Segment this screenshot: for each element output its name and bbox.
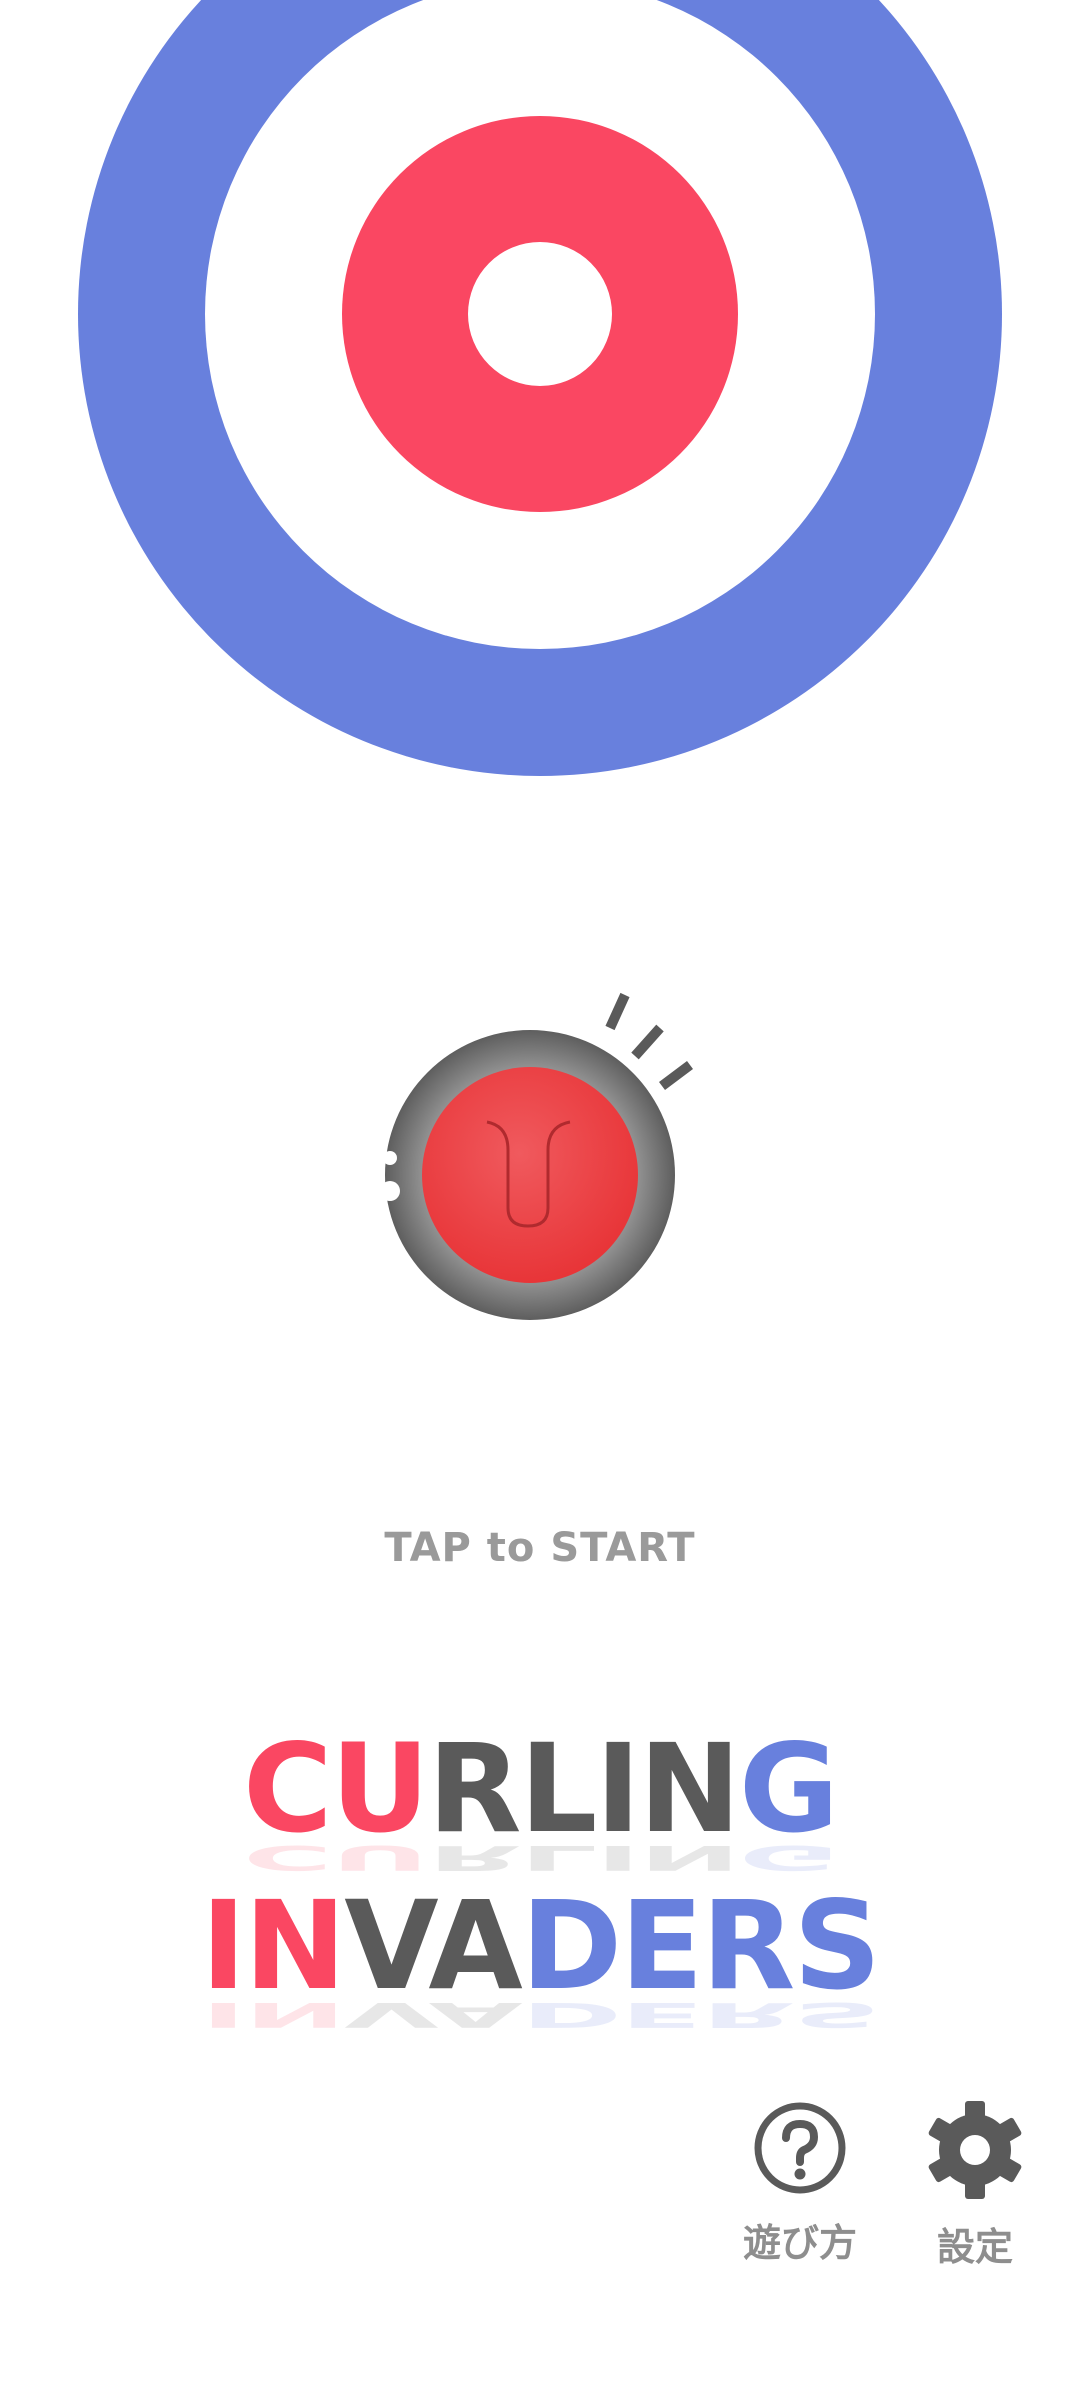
title-reflection-segment: CU: [243, 1838, 428, 1878]
title-reflection-segment: G: [738, 1838, 837, 1878]
tap-to-start-prompt[interactable]: TAP to START: [0, 1525, 1080, 1571]
title-reflection-segment: IN: [200, 1995, 345, 2035]
question-circle-icon: [754, 2102, 846, 2194]
stone-top: [422, 1067, 638, 1283]
stone-dot: [383, 1151, 397, 1165]
title-reflection-segment: DERS: [520, 1995, 880, 2035]
curling-stone[interactable]: [370, 990, 730, 1370]
house-button: [468, 242, 612, 386]
title-line-invaders: INVADERS: [0, 1885, 1080, 2007]
settings-label: 設定: [936, 2225, 1013, 2269]
gear-icon: [928, 2101, 1022, 2199]
title-reflection: CURLING: [0, 1838, 1080, 1878]
title-reflection-segment: RLIN: [427, 1838, 739, 1878]
title-reflection: INVADERS: [0, 1995, 1080, 2035]
title-reflection-segment: VA: [344, 1995, 521, 2035]
how-to-play-button[interactable]: 遊び方: [725, 2100, 875, 2267]
settings-button[interactable]: 設定: [900, 2100, 1050, 2271]
how-to-play-label: 遊び方: [742, 2221, 857, 2265]
title-line-curling: CURLING: [0, 1728, 1080, 1850]
title-screen[interactable]: TAP to START CURLING CURLING INVADERS IN…: [0, 0, 1080, 2400]
stone-dot: [380, 1181, 400, 1201]
